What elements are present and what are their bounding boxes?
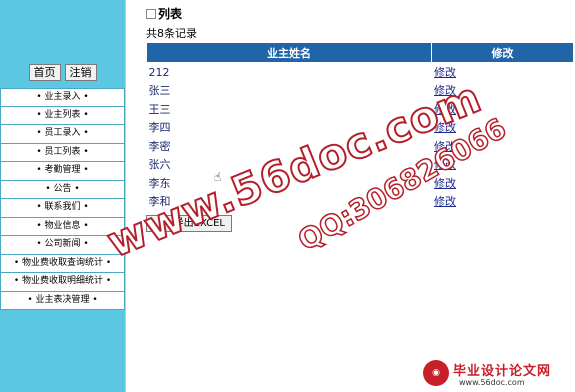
owner-name-cell: 李密 (148, 139, 171, 153)
owner-name-cell: 李四 (148, 121, 171, 135)
edit-link[interactable]: 修改 (434, 103, 456, 116)
column-header-edit: 修改 (431, 42, 574, 63)
logo-url-text: www.56doc.com (459, 378, 525, 387)
edit-link[interactable]: 修改 (434, 121, 456, 134)
site-logo: ◉ 毕业设计论文网 www.56doc.com (415, 358, 575, 392)
owner-name-cell: 王三 (148, 102, 171, 116)
table-header-row: 业主姓名 修改 (146, 42, 574, 63)
menu-item-fee-query-stats[interactable]: • 物业费收取查询统计 • (0, 254, 125, 273)
table-row: 张三 修改 (147, 81, 574, 100)
record-count: 共8条记录 (146, 27, 197, 40)
edit-cell: 修改 (431, 118, 574, 137)
edit-link[interactable]: 修改 (434, 158, 456, 171)
table-row: 212 修改 (147, 62, 574, 81)
export-excel-button[interactable]: 导出EXCEL (146, 215, 232, 232)
owner-table: 业主姓名 修改 212 修改 张三 修改 王三 修改 李四 修改 李密 修改 张… (146, 42, 574, 211)
edit-cell: 修改 (431, 81, 574, 100)
edit-cell: 修改 (431, 155, 574, 174)
menu-item-contact[interactable]: • 联系我们 • (0, 199, 125, 218)
menu-item-staff-entry[interactable]: • 员工录入 • (0, 125, 125, 144)
menu-item-owner-list[interactable]: • 业主列表 • (0, 106, 125, 125)
edit-link[interactable]: 修改 (434, 66, 456, 79)
hand-cursor-icon: ☝ (214, 170, 222, 184)
sidebar: 首页 注销 • 业主录入 • • 业主列表 • • 员工录入 • • 员工列表 … (0, 0, 125, 392)
section-title: 列表 (146, 5, 182, 22)
edit-link[interactable]: 修改 (434, 177, 456, 190)
menu-item-fee-detail-stats[interactable]: • 物业费收取明细统计 • (0, 273, 125, 292)
owner-name-cell: 张三 (148, 84, 171, 98)
table-row: 王三 修改 (147, 99, 574, 118)
sidebar-header-band (0, 0, 125, 58)
section-title-text: 列表 (158, 7, 183, 21)
checkbox-icon (146, 8, 156, 19)
main-content: 列表 共8条记录 业主姓名 修改 212 修改 张三 修改 王三 修改 李四 修… (126, 0, 575, 392)
logo-brand-text: 毕业设计论文网 (453, 364, 552, 379)
home-button[interactable]: 首页 (28, 64, 61, 81)
table-row: 李和 修改 (147, 192, 574, 211)
table-row: 李四 修改 (147, 118, 574, 137)
owner-name-cell: 李和 (148, 195, 171, 209)
menu-item-owner-vote[interactable]: • 业主表决管理 • (0, 291, 125, 310)
edit-cell: 修改 (431, 62, 574, 81)
owner-name-cell: 张六 (148, 158, 171, 172)
edit-cell: 修改 (431, 99, 574, 118)
logo-badge-icon: ◉ (423, 360, 449, 386)
table-row: 李密 修改 (147, 136, 574, 155)
edit-link[interactable]: 修改 (434, 195, 456, 208)
menu-item-company-news[interactable]: • 公司新闻 • (0, 236, 125, 255)
edit-cell: 修改 (431, 192, 574, 211)
menu-item-owner-entry[interactable]: • 业主录入 • (0, 88, 125, 107)
owner-name-cell: 李东 (148, 176, 171, 190)
menu-item-attendance[interactable]: • 考勤管理 • (0, 162, 125, 181)
sidebar-menu: • 业主录入 • • 业主列表 • • 员工录入 • • 员工列表 • • 考勤… (0, 88, 125, 310)
menu-item-property-info[interactable]: • 物业信息 • (0, 217, 125, 236)
edit-link[interactable]: 修改 (434, 84, 456, 97)
edit-cell: 修改 (431, 173, 574, 192)
table-row: 张六 修改 (147, 155, 574, 174)
edit-link[interactable]: 修改 (434, 140, 456, 153)
table-row: 李东 修改 (147, 173, 574, 192)
owner-name-cell: 212 (148, 65, 170, 79)
menu-item-staff-list[interactable]: • 员工列表 • (0, 143, 125, 162)
edit-cell: 修改 (431, 136, 574, 155)
sidebar-button-row: 首页 注销 (0, 64, 125, 86)
menu-item-notice[interactable]: • 公告 • (0, 180, 125, 199)
logout-button[interactable]: 注销 (64, 64, 97, 81)
column-header-owner-name: 业主姓名 (146, 42, 432, 63)
